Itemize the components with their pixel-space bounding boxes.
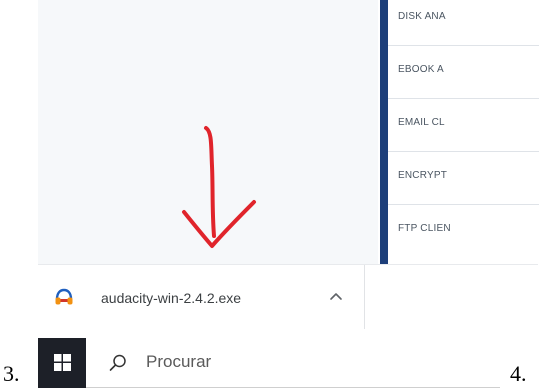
category-item[interactable]: EBOOK A — [388, 53, 539, 99]
search-icon — [109, 354, 126, 371]
step-number-left: 3. — [3, 361, 20, 386]
search-placeholder: Procurar — [146, 352, 212, 371]
page-content-area — [38, 0, 378, 264]
start-button[interactable] — [38, 338, 86, 388]
category-list: DISK ANA EBOOK A EMAIL CL ENCRYPT FTP CL… — [388, 0, 539, 264]
download-shelf: audacity-win-2.4.2.exe — [38, 264, 538, 329]
browser-page: DISK ANA EBOOK A EMAIL CL ENCRYPT FTP CL… — [38, 0, 539, 329]
category-label: EMAIL CL — [398, 117, 445, 128]
category-item[interactable]: DISK ANA — [388, 0, 539, 46]
category-label: EBOOK A — [398, 64, 444, 75]
audacity-headphones-icon — [55, 288, 73, 305]
category-label: DISK ANA — [398, 11, 446, 22]
taskbar-search-box[interactable]: Procurar — [86, 338, 500, 388]
chevron-up-icon[interactable] — [326, 287, 346, 307]
category-item[interactable]: FTP CLIEN — [388, 212, 539, 258]
download-filename: audacity-win-2.4.2.exe — [101, 290, 242, 306]
red-arrow-annotation — [182, 126, 256, 248]
category-item[interactable]: ENCRYPT — [388, 159, 539, 205]
category-label: FTP CLIEN — [398, 223, 451, 234]
download-item[interactable]: audacity-win-2.4.2.exe — [38, 265, 365, 329]
category-item[interactable]: EMAIL CL — [388, 106, 539, 152]
sidebar-divider-bar — [380, 0, 388, 264]
windows-taskbar: Procurar — [38, 338, 500, 388]
category-label: ENCRYPT — [398, 170, 448, 181]
windows-logo-icon — [54, 354, 71, 371]
step-number-right: 4. — [510, 361, 527, 386]
